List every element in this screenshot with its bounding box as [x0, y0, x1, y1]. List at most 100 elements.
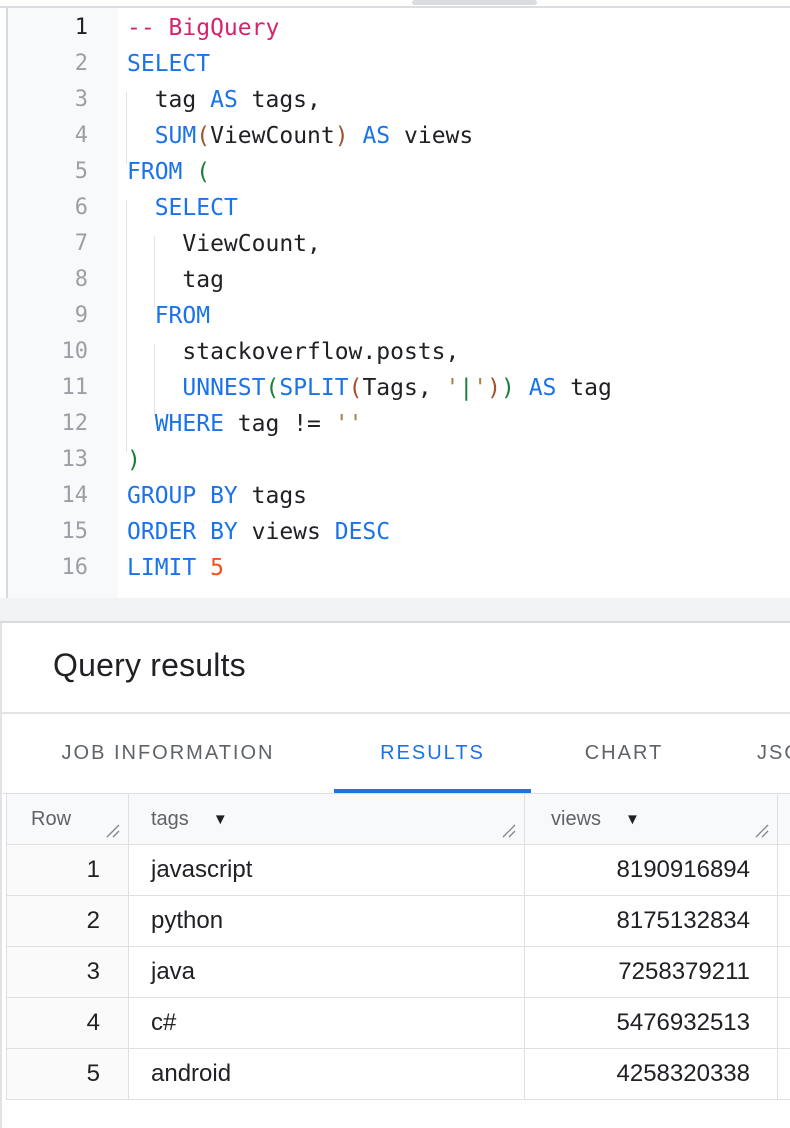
- tab-label: CHART: [585, 742, 664, 765]
- line-number: 12: [8, 406, 88, 442]
- code-token: (: [196, 123, 210, 149]
- bigquery-console: { "colors": { "keyword": "#1a73e8", "com…: [0, 0, 790, 1128]
- code-line[interactable]: SELECT: [127, 46, 790, 82]
- column-label: Row: [31, 808, 71, 831]
- table-row: 4c#5476932513: [7, 998, 790, 1049]
- code-token: [127, 411, 155, 437]
- code-token: [127, 123, 155, 149]
- code-token: ': [446, 375, 460, 401]
- column-resize-handle[interactable]: [755, 824, 770, 839]
- line-number: 11: [8, 370, 88, 406]
- line-numbers: 12345678910111213141516: [8, 10, 88, 586]
- code-line[interactable]: GROUP BY tags: [127, 478, 790, 514]
- code-line[interactable]: ViewCount,: [127, 226, 790, 262]
- row-number-cell: 4: [7, 998, 129, 1048]
- code-token: tags,: [238, 87, 321, 113]
- sql-code[interactable]: -- BigQuerySELECT tag AS tags, SUM(ViewC…: [127, 10, 790, 586]
- views-cell: 4258320338: [525, 1049, 778, 1099]
- code-token: '': [335, 411, 363, 437]
- column-header-views[interactable]: views ▼: [525, 794, 778, 844]
- code-token: stackoverflow.posts,: [127, 339, 459, 365]
- column-resize-handle[interactable]: [502, 824, 517, 839]
- code-token: ViewCount: [210, 123, 335, 149]
- tab-chart[interactable]: CHART: [531, 714, 717, 793]
- views-cell: 7258379211: [525, 947, 778, 997]
- column-resize-handle[interactable]: [106, 824, 121, 839]
- extra-cell: [778, 1049, 790, 1099]
- code-token: 5: [210, 555, 224, 581]
- code-line[interactable]: FROM: [127, 298, 790, 334]
- results-tab-bar: JOB INFORMATION RESULTS CHART JSON: [2, 714, 790, 794]
- code-token: tags: [238, 483, 307, 509]
- code-token: views: [238, 519, 335, 545]
- line-number: 6: [8, 190, 88, 226]
- code-token: SELECT: [155, 195, 238, 221]
- code-token: SUM: [155, 123, 197, 149]
- extra-cell: [778, 998, 790, 1048]
- code-token: AS: [529, 375, 557, 401]
- code-line[interactable]: stackoverflow.posts,: [127, 334, 790, 370]
- query-results-header: Query results: [2, 623, 790, 714]
- code-line[interactable]: SUM(ViewCount) AS views: [127, 118, 790, 154]
- code-line[interactable]: UNNEST(SPLIT(Tags, '|')) AS tag: [127, 370, 790, 406]
- code-line[interactable]: LIMIT 5: [127, 550, 790, 586]
- code-token: (: [265, 375, 279, 401]
- results-table: Rowtags▼views▼1javascript81909168942pyth…: [6, 794, 790, 1100]
- column-label: tags: [151, 808, 189, 831]
- code-token: ): [487, 375, 501, 401]
- line-number: 8: [8, 262, 88, 298]
- table-row: 5android4258320338: [7, 1049, 790, 1100]
- code-token: AS: [362, 123, 390, 149]
- code-token: [349, 123, 363, 149]
- line-number: 15: [8, 514, 88, 550]
- row-number-cell: 5: [7, 1049, 129, 1099]
- code-line[interactable]: -- BigQuery: [127, 10, 790, 46]
- views-cell: 5476932513: [525, 998, 778, 1048]
- column-header-tags[interactable]: tags ▼: [129, 794, 525, 844]
- code-token: Tags,: [362, 375, 445, 401]
- code-line[interactable]: SELECT: [127, 190, 790, 226]
- code-token: tag !=: [224, 411, 335, 437]
- code-token: tag: [127, 267, 224, 293]
- indent-guide: [154, 344, 155, 416]
- code-token: DESC: [335, 519, 390, 545]
- code-line[interactable]: ): [127, 442, 790, 478]
- horizontal-scrollbar-thumb[interactable]: [412, 0, 537, 5]
- code-token: [127, 195, 155, 221]
- tab-json[interactable]: JSON: [717, 714, 790, 793]
- code-line[interactable]: WHERE tag != '': [127, 406, 790, 442]
- column-dropdown-icon[interactable]: ▼: [625, 811, 640, 828]
- active-tab-indicator: [334, 789, 531, 793]
- tab-job-information[interactable]: JOB INFORMATION: [2, 714, 334, 793]
- tab-label: RESULTS: [380, 742, 485, 765]
- code-line[interactable]: tag AS tags,: [127, 82, 790, 118]
- code-token: [196, 555, 210, 581]
- code-token: LIMIT: [127, 555, 196, 581]
- code-token: -- BigQuery: [127, 15, 279, 41]
- column-label: views: [551, 808, 601, 831]
- code-line[interactable]: ORDER BY views DESC: [127, 514, 790, 550]
- table-row: 2python8175132834: [7, 896, 790, 947]
- row-number-cell: 3: [7, 947, 129, 997]
- tab-label: JSON: [757, 742, 790, 765]
- column-header-row[interactable]: Row: [7, 794, 129, 844]
- indent-guide: [154, 236, 155, 308]
- line-number: 9: [8, 298, 88, 334]
- code-line[interactable]: FROM (: [127, 154, 790, 190]
- line-number: 10: [8, 334, 88, 370]
- query-results-title: Query results: [2, 623, 790, 684]
- sql-editor-panel: 12345678910111213141516 -- BigQuery SELEC…: [0, 0, 790, 623]
- tab-results[interactable]: RESULTS: [334, 714, 531, 793]
- sql-editor[interactable]: 12345678910111213141516 -- BigQuery SELEC…: [6, 8, 790, 598]
- views-cell: 8175132834: [525, 896, 778, 946]
- line-number: 5: [8, 154, 88, 190]
- extra-cell: [778, 947, 790, 997]
- column-dropdown-icon[interactable]: ▼: [213, 811, 228, 828]
- code-token: UNNEST: [182, 375, 265, 401]
- table-row: 3java7258379211: [7, 947, 790, 998]
- code-token: SPLIT: [279, 375, 348, 401]
- extra-cell: [778, 896, 790, 946]
- indent-guide: [126, 200, 127, 452]
- tags-cell: java: [129, 947, 525, 997]
- code-line[interactable]: tag: [127, 262, 790, 298]
